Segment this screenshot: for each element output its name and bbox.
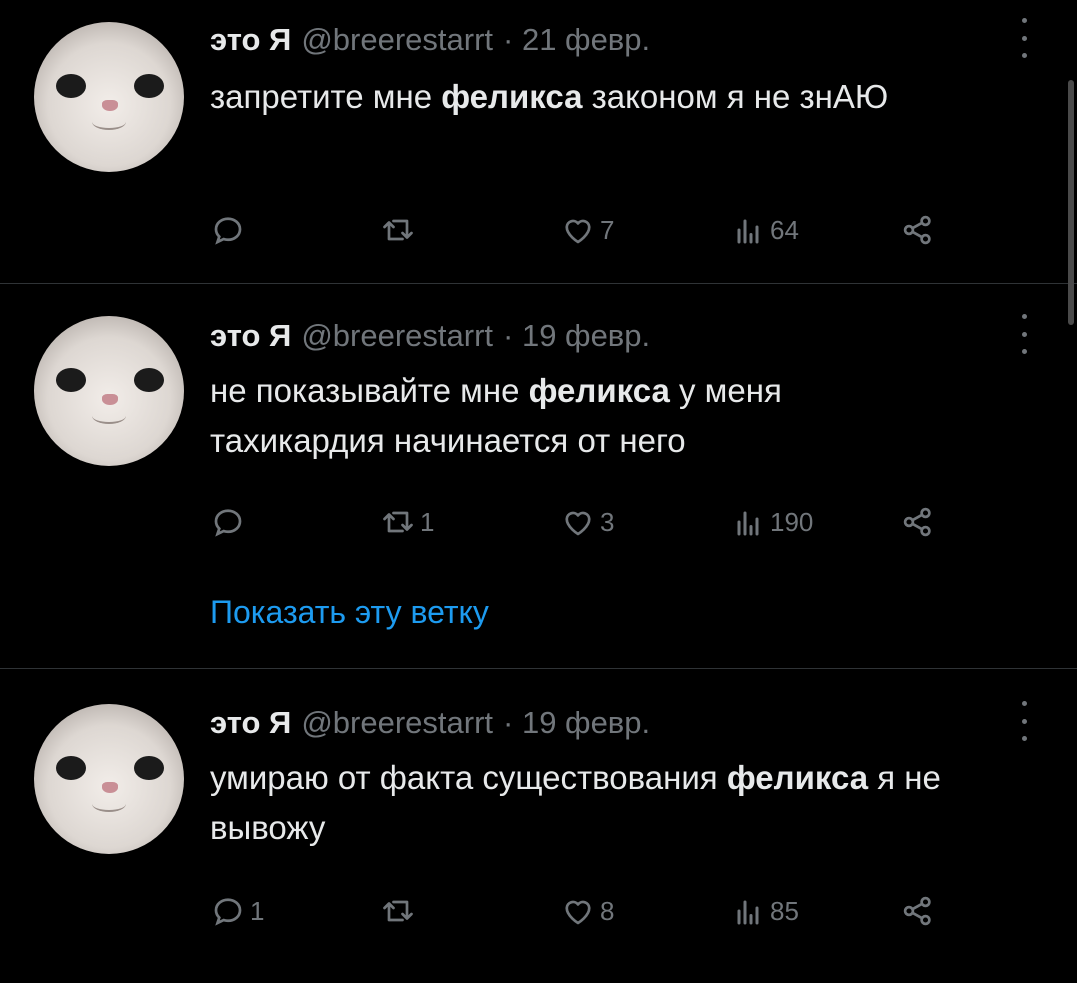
reply-button[interactable]: 1 [210, 891, 264, 931]
tweet[interactable]: это Я @breerestarrt · 19 февр. не показыва… [0, 284, 1077, 668]
show-thread-link[interactable]: Показать эту ветку [210, 594, 489, 631]
retweet-button[interactable] [380, 891, 420, 931]
tweet-header: это Я @breerestarrt · 19 февр. [210, 705, 650, 741]
views-count: 190 [770, 506, 814, 537]
tweet-header: это Я @breerestarrt · 21 февр. [210, 22, 650, 58]
tweet-header: это Я @breerestarrt · 19 февр. [210, 318, 650, 354]
author-handle[interactable]: @breerestarrt [301, 705, 493, 740]
share-button[interactable] [900, 891, 936, 931]
views-button[interactable]: 64 [730, 210, 799, 250]
like-button[interactable]: 7 [560, 210, 614, 250]
avatar[interactable] [34, 22, 184, 172]
views-button[interactable]: 85 [730, 891, 799, 931]
tweet-text: не показывайте мне феликса у меня тахика… [210, 372, 782, 459]
views-button[interactable]: 190 [730, 502, 813, 542]
tweet-actions: 7 64 [210, 210, 970, 250]
tweet-text: запретите мне феликса законом я не знАЮ [210, 78, 889, 115]
tweet-date[interactable]: · 19 февр. [503, 705, 650, 740]
heart-icon [565, 219, 591, 244]
reply-icon [214, 509, 242, 537]
tweet-date[interactable]: · 19 февр. [503, 318, 650, 353]
like-count: 3 [600, 506, 615, 537]
tweet-actions: 1 3 190 [210, 502, 970, 542]
share-icon [903, 215, 931, 245]
retweet-button[interactable] [380, 210, 420, 250]
author-name[interactable]: это Я [210, 318, 291, 353]
views-count: 64 [770, 214, 799, 245]
views-count: 85 [770, 895, 799, 926]
author-handle[interactable]: @breerestarrt [301, 318, 493, 353]
scrollbar[interactable] [1068, 80, 1074, 325]
heart-icon [565, 511, 591, 536]
tweet[interactable]: это Я @breerestarrt · 21 февр. запретите м… [0, 0, 1077, 282]
tweet-text: умираю от факта существования феликса я … [210, 759, 941, 846]
author-name[interactable]: это Я [210, 705, 291, 740]
share-button[interactable] [900, 502, 936, 542]
more-icon[interactable] [1014, 18, 1034, 58]
like-count: 8 [600, 895, 615, 926]
like-button[interactable]: 8 [560, 891, 614, 931]
views-icon [737, 900, 759, 925]
reply-count: 1 [250, 895, 265, 926]
reply-button[interactable] [210, 502, 250, 542]
retweet-count: 1 [420, 506, 435, 537]
heart-icon [565, 900, 591, 925]
more-icon[interactable] [1014, 701, 1034, 741]
share-icon [903, 507, 931, 537]
retweet-icon [383, 511, 413, 533]
author-handle[interactable]: @breerestarrt [301, 22, 493, 57]
retweet-icon [383, 900, 413, 922]
avatar[interactable] [34, 704, 184, 854]
like-count: 7 [600, 214, 615, 245]
avatar[interactable] [34, 316, 184, 466]
more-icon[interactable] [1014, 314, 1034, 354]
reply-icon [214, 217, 242, 245]
tweet-actions: 1 8 85 [210, 891, 970, 931]
share-icon [903, 896, 931, 926]
tweet-date[interactable]: · 21 февр. [503, 22, 650, 57]
tweet[interactable]: это Я @breerestarrt · 19 февр. умираю от ф… [0, 669, 1077, 983]
author-name[interactable]: это Я [210, 22, 291, 57]
reply-icon [214, 898, 242, 926]
views-icon [737, 219, 759, 244]
retweet-button[interactable]: 1 [380, 502, 434, 542]
share-button[interactable] [900, 210, 936, 250]
retweet-icon [383, 219, 413, 241]
like-button[interactable]: 3 [560, 502, 614, 542]
reply-button[interactable] [210, 210, 250, 250]
views-icon [737, 511, 759, 536]
